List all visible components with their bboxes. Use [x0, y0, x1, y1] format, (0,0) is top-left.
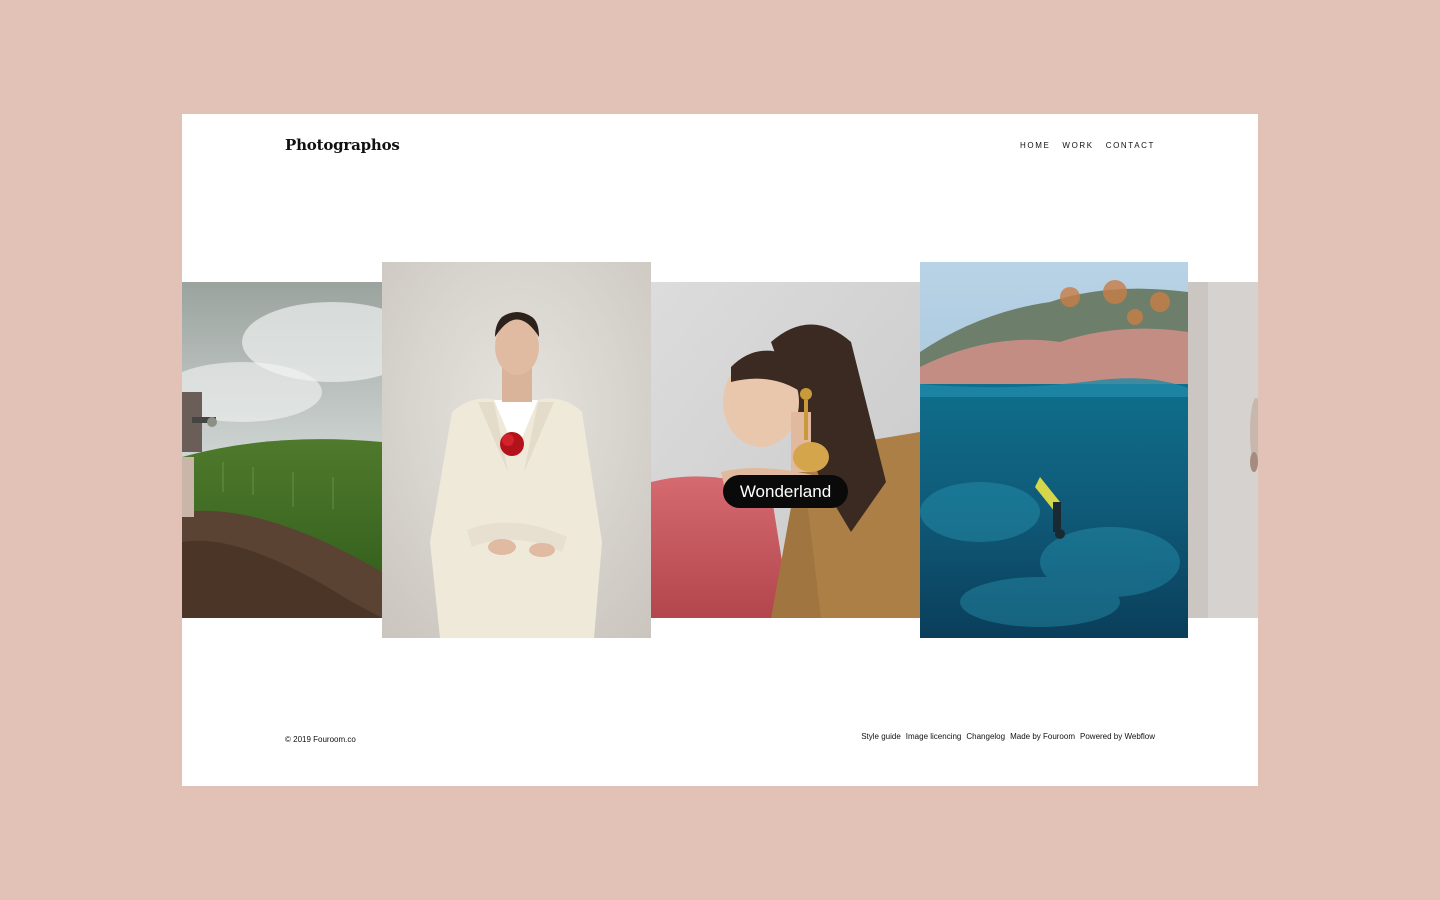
footer-links: Style guide Image licencing Changelog Ma…: [861, 732, 1155, 741]
gold-earring-portrait-photo: [651, 282, 920, 618]
slide-next-partial[interactable]: [1188, 282, 1258, 618]
partial-portrait-photo: [1188, 282, 1258, 618]
underwater-freediver-photo: [920, 262, 1188, 638]
slide-motocross[interactable]: [182, 282, 382, 618]
slide-caption-tooltip: Wonderland: [723, 475, 848, 508]
slide-wonderland[interactable]: [651, 282, 920, 618]
cream-suit-portrait-photo: [382, 262, 651, 638]
footer-link-powered-by[interactable]: Powered by Webflow: [1080, 732, 1155, 741]
footer-link-style-guide[interactable]: Style guide: [861, 732, 901, 741]
site-logo[interactable]: Photographos: [285, 136, 400, 154]
motocross-photo: [182, 282, 382, 618]
slide-underwater[interactable]: [920, 262, 1188, 638]
slide-cream-suit[interactable]: [382, 262, 651, 638]
footer-link-image-licencing[interactable]: Image licencing: [906, 732, 962, 741]
footer-link-made-by[interactable]: Made by Fouroom: [1010, 732, 1075, 741]
main-nav: HOME WORK CONTACT: [1020, 141, 1155, 150]
footer-link-changelog[interactable]: Changelog: [966, 732, 1005, 741]
nav-contact-link[interactable]: CONTACT: [1106, 141, 1155, 150]
nav-work-link[interactable]: WORK: [1062, 141, 1093, 150]
site-frame: Photographos HOME WORK CONTACT Wonderlan…: [182, 114, 1258, 786]
nav-home-link[interactable]: HOME: [1020, 141, 1050, 150]
footer-copyright: © 2019 Fouroom.co: [285, 735, 356, 744]
